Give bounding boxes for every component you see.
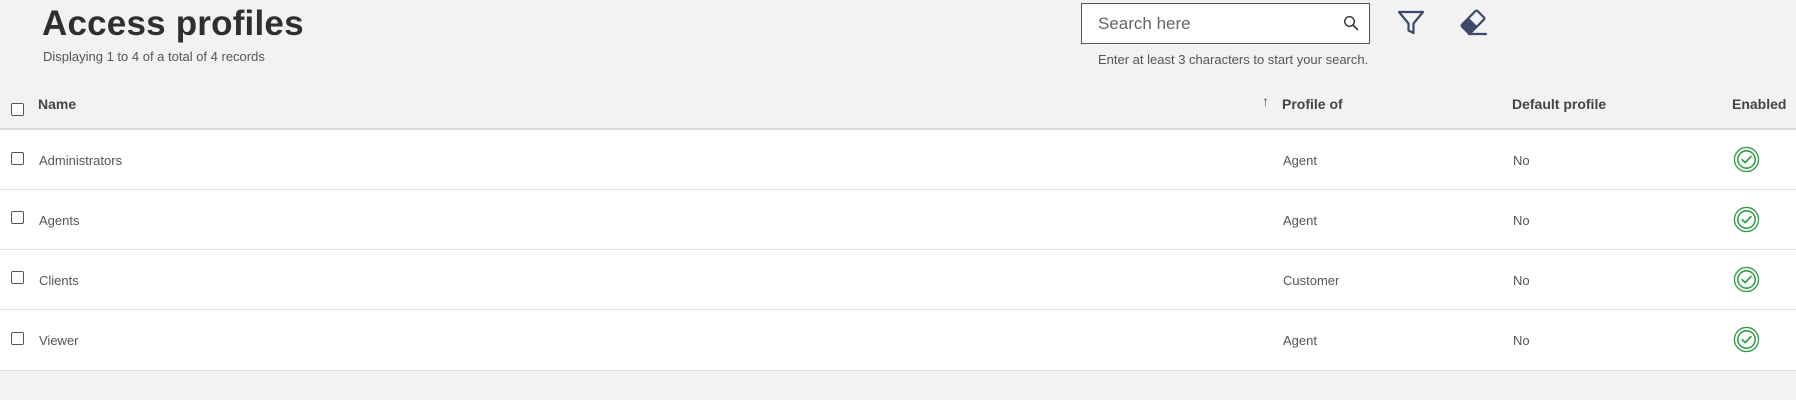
check-circle-icon — [1733, 266, 1760, 293]
select-all-checkbox[interactable] — [11, 103, 24, 116]
check-circle-icon — [1733, 326, 1760, 353]
check-circle-icon — [1733, 206, 1760, 233]
cell-default-profile: No — [1513, 213, 1530, 228]
access-profiles-table: Name ↑ Profile of Default profile Enable… — [0, 79, 1796, 371]
column-header-default-profile[interactable]: Default profile — [1512, 96, 1606, 112]
row-checkbox[interactable] — [11, 332, 24, 345]
records-info: Displaying 1 to 4 of a total of 4 record… — [43, 49, 265, 64]
search-icon[interactable] — [1343, 15, 1359, 31]
cell-profile-of: Agent — [1283, 213, 1317, 228]
cell-default-profile: No — [1513, 333, 1530, 348]
cell-profile-of: Agent — [1283, 153, 1317, 168]
row-checkbox[interactable] — [11, 271, 24, 284]
eraser-icon[interactable] — [1457, 8, 1489, 38]
cell-name: Agents — [39, 213, 80, 228]
column-header-profile-of[interactable]: Profile of — [1282, 96, 1343, 112]
cell-default-profile: No — [1513, 153, 1530, 168]
table-row[interactable]: Agents Agent No — [0, 190, 1796, 250]
filter-icon[interactable] — [1396, 8, 1426, 38]
column-header-name[interactable]: Name — [38, 96, 76, 112]
table-header: Name ↑ Profile of Default profile Enable… — [0, 79, 1796, 130]
search-box — [1081, 3, 1370, 44]
cell-name: Clients — [39, 273, 79, 288]
table-row[interactable]: Administrators Agent No — [0, 130, 1796, 190]
table-row[interactable]: Clients Customer No — [0, 250, 1796, 310]
page-title: Access profiles — [42, 4, 304, 43]
table-body: Administrators Agent No Agents Agent No … — [0, 130, 1796, 371]
search-input[interactable] — [1082, 4, 1332, 43]
cell-name: Administrators — [39, 153, 123, 168]
row-checkbox[interactable] — [11, 211, 24, 224]
row-checkbox[interactable] — [11, 152, 24, 165]
arrow-up-icon[interactable]: ↑ — [1262, 93, 1269, 109]
column-header-enabled[interactable]: Enabled — [1732, 96, 1786, 112]
cell-name: Viewer — [39, 333, 79, 348]
check-circle-icon — [1733, 146, 1760, 173]
cell-default-profile: No — [1513, 273, 1530, 288]
table-row[interactable]: Viewer Agent No — [0, 310, 1796, 371]
cell-profile-of: Agent — [1283, 333, 1317, 348]
search-hint: Enter at least 3 characters to start you… — [1098, 52, 1369, 67]
cell-profile-of: Customer — [1283, 273, 1340, 288]
